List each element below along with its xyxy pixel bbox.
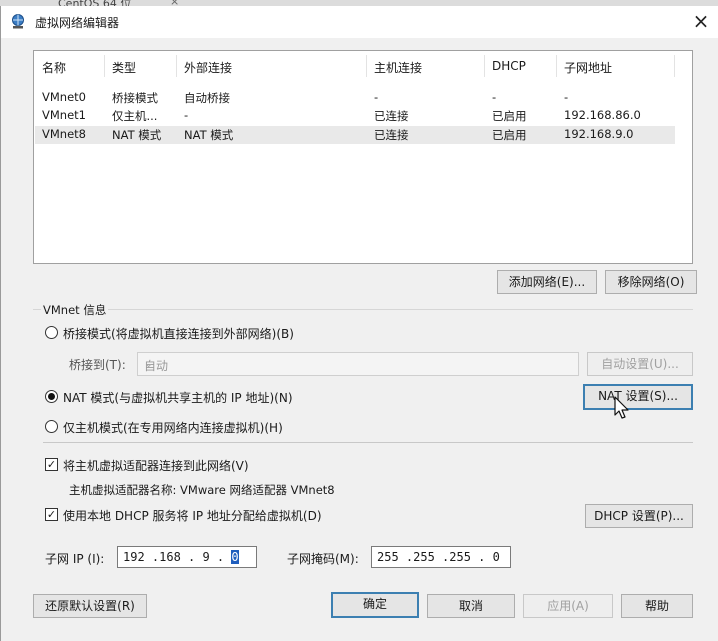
row-external: 自动桥接 <box>184 91 230 105</box>
column-header-external[interactable]: 外部连接 <box>184 59 232 76</box>
close-icon[interactable]: × <box>689 9 713 33</box>
row-name: VMnet0 <box>42 90 86 104</box>
connect-host-adapter-checkbox[interactable]: ✓ <box>45 458 58 471</box>
group-divider <box>33 309 693 310</box>
table-header: 名称 类型 外部连接 主机连接 DHCP 子网地址 <box>34 51 692 81</box>
row-external: NAT 模式 <box>184 128 234 142</box>
table-row-selected[interactable]: VMnet8 NAT 模式 NAT 模式 已连接 已启用 192.168.9.0 <box>35 126 675 144</box>
row-dhcp: 已启用 <box>492 109 527 123</box>
row-subnet: - <box>564 90 569 104</box>
table-row[interactable]: VMnet1 仅主机... - 已连接 已启用 192.168.86.0 <box>35 107 675 125</box>
ok-button[interactable]: 确定 <box>331 592 419 618</box>
use-local-dhcp-checkbox[interactable]: ✓ <box>45 508 58 521</box>
bridge-to-select[interactable]: 自动 ⌄ <box>137 352 579 376</box>
subnet-ip-last-octet: 0 <box>231 550 239 564</box>
row-host: - <box>374 90 379 104</box>
chevron-down-icon: ⌄ <box>144 357 154 370</box>
column-header-host[interactable]: 主机连接 <box>374 59 422 76</box>
row-type: NAT 模式 <box>112 128 162 142</box>
subnet-ip-field[interactable]: 192 .168 . 9 . 0 <box>117 546 257 568</box>
column-header-subnet[interactable]: 子网地址 <box>564 59 612 76</box>
column-header-type[interactable]: 类型 <box>112 59 136 76</box>
row-type: 仅主机... <box>112 109 158 123</box>
auto-settings-button[interactable]: 自动设置(U)... <box>587 352 693 376</box>
row-host: 已连接 <box>374 109 409 123</box>
window-title: 虚拟网络编辑器 <box>35 16 120 30</box>
title-bar: 虚拟网络编辑器 × <box>1 6 718 38</box>
subnet-mask-field[interactable]: 255 .255 .255 . 0 <box>371 546 511 568</box>
use-local-dhcp-label[interactable]: 使用本地 DHCP 服务将 IP 地址分配给虚拟机(D) <box>63 507 322 524</box>
virtual-network-editor-dialog: 虚拟网络编辑器 × 名称 类型 外部连接 主机连接 DHCP 子网地址 VMne… <box>0 6 718 641</box>
table-row[interactable]: VMnet0 桥接模式 自动桥接 - - - <box>35 89 675 107</box>
restore-defaults-button[interactable]: 还原默认设置(R) <box>33 594 147 618</box>
subnet-ip-label: 子网 IP (I): <box>45 552 105 566</box>
host-only-mode-radio[interactable] <box>45 420 58 433</box>
apply-button[interactable]: 应用(A) <box>523 594 613 618</box>
host-adapter-name-text: 主机虚拟适配器名称: VMware 网络适配器 VMnet8 <box>69 483 335 497</box>
bridge-to-label: 桥接到(T): <box>69 358 126 372</box>
row-name: VMnet1 <box>42 108 86 122</box>
nat-settings-button[interactable]: NAT 设置(S)... <box>583 384 693 410</box>
network-globe-icon <box>12 14 24 29</box>
cancel-button[interactable]: 取消 <box>427 594 515 618</box>
subnet-mask-label: 子网掩码(M): <box>287 552 359 566</box>
row-external: - <box>184 108 189 122</box>
connect-host-adapter-label[interactable]: 将主机虚拟适配器连接到此网络(V) <box>63 457 249 474</box>
host-only-mode-label[interactable]: 仅主机模式(在专用网络内连接虚拟机)(H) <box>63 419 283 436</box>
subnet-ip-value: 192 .168 . 9 . <box>123 550 232 564</box>
add-network-button[interactable]: 添加网络(E)... <box>497 270 597 294</box>
column-header-name[interactable]: 名称 <box>42 59 66 76</box>
nat-mode-label[interactable]: NAT 模式(与虚拟机共享主机的 IP 地址)(N) <box>63 389 293 406</box>
vmnet-info-group-label: VMnet 信息 <box>41 302 109 318</box>
network-table: 名称 类型 外部连接 主机连接 DHCP 子网地址 VMnet0 桥接模式 自动… <box>33 50 693 264</box>
nat-mode-radio[interactable] <box>45 390 58 403</box>
section-divider <box>43 442 693 443</box>
remove-network-button[interactable]: 移除网络(O) <box>605 270 697 294</box>
row-type: 桥接模式 <box>112 91 158 105</box>
row-subnet: 192.168.9.0 <box>564 127 634 141</box>
bridged-mode-label[interactable]: 桥接模式(将虚拟机直接连接到外部网络)(B) <box>63 325 294 342</box>
row-name: VMnet8 <box>42 127 86 141</box>
mouse-pointer-icon <box>614 396 629 419</box>
row-host: 已连接 <box>374 128 409 142</box>
row-dhcp: 已启用 <box>492 128 527 142</box>
bridged-mode-radio[interactable] <box>45 326 58 339</box>
help-button[interactable]: 帮助 <box>621 594 693 618</box>
column-header-dhcp[interactable]: DHCP <box>492 59 526 73</box>
row-dhcp: - <box>492 90 497 104</box>
dhcp-settings-button[interactable]: DHCP 设置(P)... <box>585 504 693 528</box>
row-subnet: 192.168.86.0 <box>564 108 641 122</box>
